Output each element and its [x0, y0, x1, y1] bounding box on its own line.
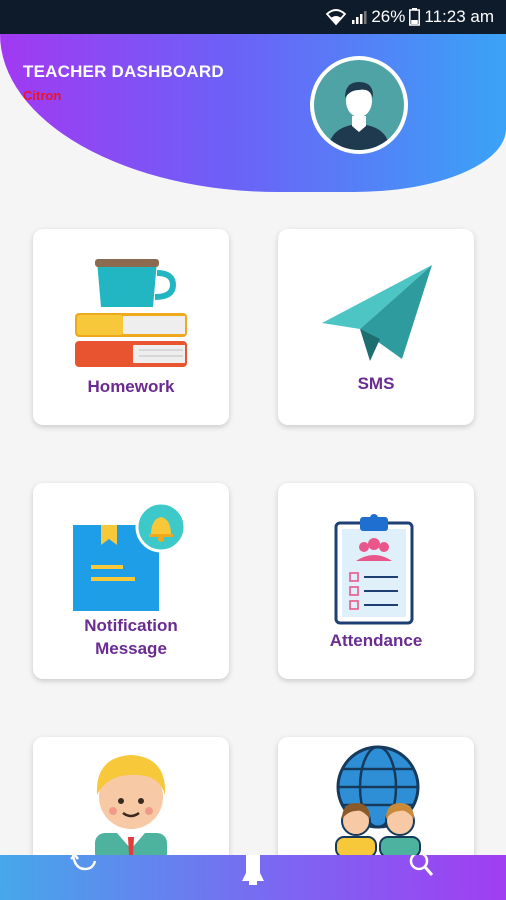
page-title: TEACHER DASHBOARD — [23, 62, 224, 81]
sms-label: SMS — [357, 374, 395, 393]
globe-people-icon — [335, 745, 421, 855]
nav-notifications[interactable] — [223, 855, 283, 885]
nav-history[interactable] — [54, 855, 114, 885]
bottom-navigation — [0, 855, 506, 900]
paper-plane-icon — [322, 265, 432, 361]
bell-icon — [241, 855, 264, 885]
status-bar: 26% 11:23 am — [0, 0, 506, 34]
school-name: Citron — [23, 88, 62, 103]
dashboard-header: TEACHER DASHBOARD Citron — [0, 34, 506, 192]
wifi-icon — [325, 8, 347, 26]
clipboard-checklist-icon — [334, 514, 414, 625]
teacher-avatar-icon — [314, 60, 404, 150]
battery-icon — [409, 8, 421, 26]
sms-tile[interactable]: SMS — [278, 229, 474, 425]
homework-label: Homework — [87, 377, 175, 396]
battery-percent: 26% — [371, 7, 406, 26]
avatar[interactable] — [310, 56, 408, 154]
books-coffee-icon — [75, 259, 187, 367]
notebook-bell-icon — [73, 501, 187, 611]
clock: 11:23 am — [424, 7, 494, 26]
student-icon — [95, 755, 167, 855]
attendance-label: Attendance — [329, 631, 423, 650]
attendance-tile[interactable]: Attendance — [278, 483, 474, 679]
signal-icon — [351, 9, 367, 25]
notification-message-tile[interactable]: Notification Message — [33, 483, 229, 679]
search-icon — [409, 855, 433, 876]
homework-tile[interactable]: Homework — [33, 229, 229, 425]
history-icon — [70, 855, 97, 871]
nav-search[interactable] — [392, 855, 452, 885]
notification-message-label: Notification Message — [84, 616, 178, 658]
